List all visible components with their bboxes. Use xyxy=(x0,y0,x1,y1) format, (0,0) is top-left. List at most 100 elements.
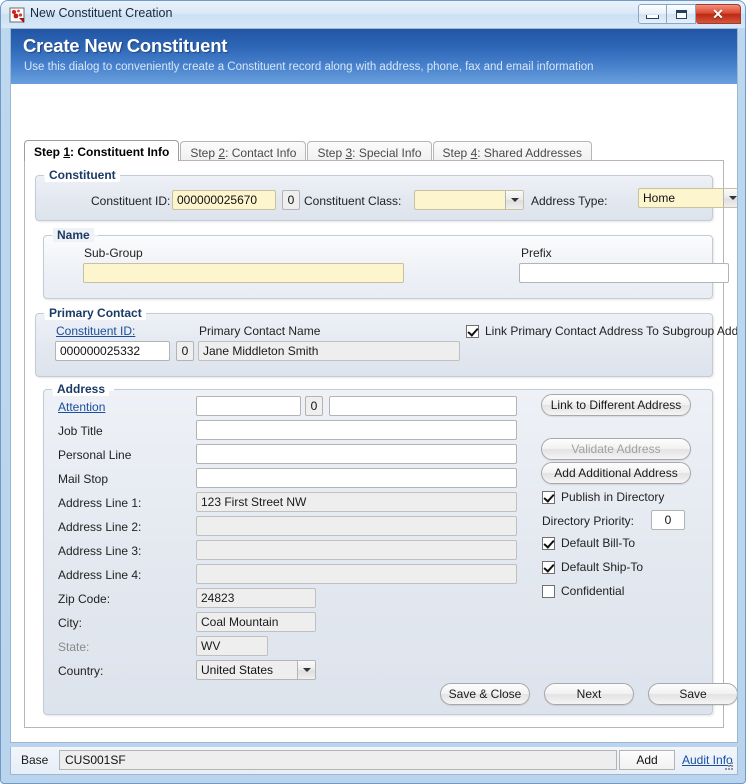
attention-input[interactable] xyxy=(196,396,301,416)
primary-contact-id-input[interactable]: 000000025332 xyxy=(55,341,170,361)
tab-step4-shared-addresses[interactable]: Step 4: Shared Addresses xyxy=(432,141,592,161)
attention-suffix[interactable]: 0 xyxy=(305,396,323,416)
directory-priority-input[interactable]: 0 xyxy=(651,510,685,530)
validate-address-button[interactable]: Validate Address xyxy=(541,438,691,460)
tab-panel-constituent-info: Constituent Constituent ID: 000000025670… xyxy=(24,160,737,728)
city-input[interactable]: Coal Mountain xyxy=(196,612,316,632)
constituent-id-suffix[interactable]: 0 xyxy=(282,190,300,210)
title-bar: New Constituent Creation ✕ xyxy=(1,1,745,28)
checkbox-icon xyxy=(542,560,555,574)
group-name: Name Sub-Group Prefix xyxy=(43,228,729,299)
group-primary-contact: Primary Contact Constituent ID: 00000002… xyxy=(35,306,737,377)
personal-line-label: Personal Line xyxy=(58,448,132,462)
group-address-title: Address xyxy=(53,382,110,396)
checkbox-icon xyxy=(542,584,555,598)
client-area: Create New Constituent Use this dialog t… xyxy=(10,28,738,743)
tab-label-suffix: : Constituent Info xyxy=(70,145,170,159)
job-title-label: Job Title xyxy=(58,424,103,438)
publish-in-directory-label: Publish in Directory xyxy=(561,490,665,504)
app-icon xyxy=(9,7,25,23)
page-title: Create New Constituent xyxy=(23,35,228,56)
mail-stop-label: Mail Stop xyxy=(58,472,109,486)
default-bill-to-label: Default Bill-To xyxy=(561,536,636,550)
constituent-class-combo[interactable] xyxy=(414,190,524,210)
country-combo[interactable]: United States xyxy=(196,660,316,680)
group-address: Address Attention 0 Job Title Personal L… xyxy=(43,382,737,715)
country-label: Country: xyxy=(58,664,104,678)
checkbox-icon xyxy=(466,324,479,338)
group-constituent: Constituent Constituent ID: 000000025670… xyxy=(35,168,737,221)
default-bill-to-checkbox[interactable]: Default Bill-To xyxy=(542,536,635,550)
confidential-checkbox[interactable]: Confidential xyxy=(542,584,624,598)
link-to-different-address-button[interactable]: Link to Different Address xyxy=(541,394,691,416)
attention-input-secondary[interactable] xyxy=(329,396,517,416)
address-type-value: Home xyxy=(643,191,676,205)
minimize-icon xyxy=(646,14,659,19)
sub-group-input[interactable] xyxy=(83,263,404,283)
primary-contact-name-input[interactable]: Jane Middleton Smith xyxy=(198,341,460,361)
address-line-3-label: Address Line 3: xyxy=(58,544,142,558)
state-label: State: xyxy=(58,640,90,654)
tab-label-prefix: Step xyxy=(317,146,346,160)
checkbox-icon xyxy=(542,536,555,550)
prefix-input[interactable] xyxy=(519,263,729,283)
constituent-class-label: Constituent Class: xyxy=(304,194,402,208)
maximize-restore-button[interactable] xyxy=(667,4,696,24)
tab-step3-special-info[interactable]: Step 3: Special Info xyxy=(307,141,432,161)
add-additional-address-button[interactable]: Add Additional Address xyxy=(541,462,691,484)
address-type-combo[interactable]: Home xyxy=(638,188,737,208)
address-line-1-label: Address Line 1: xyxy=(58,496,142,510)
base-label: Base xyxy=(21,753,49,767)
base-value-field[interactable]: CUS001SF xyxy=(59,750,617,770)
next-button[interactable]: Next xyxy=(544,683,634,705)
personal-line-input[interactable] xyxy=(196,444,517,464)
tab-step2-contact-info[interactable]: Step 2: Contact Info xyxy=(180,141,307,161)
city-label: City: xyxy=(58,616,82,630)
address-line-3-input[interactable] xyxy=(196,540,517,560)
save-and-close-button[interactable]: Save & Close xyxy=(440,683,530,705)
address-line-2-label: Address Line 2: xyxy=(58,520,142,534)
save-button[interactable]: Save xyxy=(648,683,737,705)
constituent-id-label: Constituent ID: xyxy=(91,194,171,208)
default-ship-to-checkbox[interactable]: Default Ship-To xyxy=(542,560,643,574)
tab-strip: Step 1: Constituent Info Step 2: Contact… xyxy=(24,140,593,161)
close-icon: ✕ xyxy=(712,6,724,22)
address-line-2-input[interactable] xyxy=(196,516,517,536)
chevron-down-icon[interactable] xyxy=(505,191,523,209)
resize-grip-icon[interactable] xyxy=(724,761,734,771)
tab-label-prefix: Step xyxy=(34,145,64,159)
add-button[interactable]: Add xyxy=(619,750,675,770)
sub-group-label: Sub-Group xyxy=(84,246,143,260)
dialog-banner: Create New Constituent Use this dialog t… xyxy=(11,29,737,84)
minimize-button[interactable] xyxy=(638,4,667,24)
address-line-4-input[interactable] xyxy=(196,564,517,584)
status-bar: Base CUS001SF Add Audit Info xyxy=(10,747,738,775)
primary-contact-id-link[interactable]: Constituent ID: xyxy=(56,324,135,338)
confidential-label: Confidential xyxy=(561,584,625,598)
tab-step1-constituent-info[interactable]: Step 1: Constituent Info xyxy=(24,140,180,161)
zip-code-input[interactable]: 24823 xyxy=(196,588,316,608)
restore-icon xyxy=(675,9,687,19)
group-primary-contact-title: Primary Contact xyxy=(45,306,146,320)
close-button[interactable]: ✕ xyxy=(696,4,741,24)
page-subtitle: Use this dialog to conveniently create a… xyxy=(24,61,594,73)
state-input[interactable]: WV xyxy=(196,636,268,656)
job-title-input[interactable] xyxy=(196,420,517,440)
chevron-down-icon[interactable] xyxy=(723,189,737,207)
link-primary-contact-address-checkbox[interactable]: Link Primary Contact Address To Subgroup… xyxy=(466,324,738,338)
chevron-down-icon[interactable] xyxy=(297,661,315,679)
mail-stop-input[interactable] xyxy=(196,468,517,488)
window-controls: ✕ xyxy=(638,4,741,24)
constituent-id-input[interactable]: 000000025670 xyxy=(172,190,276,210)
zip-code-label: Zip Code: xyxy=(58,592,111,606)
attention-link[interactable]: Attention xyxy=(58,400,105,414)
tab-label-prefix: Step xyxy=(442,146,471,160)
address-type-label: Address Type: xyxy=(531,194,608,208)
tab-label-suffix: : Special Info xyxy=(352,146,422,160)
primary-contact-id-suffix[interactable]: 0 xyxy=(176,341,194,361)
tab-label-prefix: Step xyxy=(190,146,219,160)
address-line-1-input[interactable]: 123 First Street NW xyxy=(196,492,517,512)
directory-priority-label: Directory Priority: xyxy=(542,514,635,528)
link-primary-contact-address-label: Link Primary Contact Address To Subgroup… xyxy=(485,324,738,338)
publish-in-directory-checkbox[interactable]: Publish in Directory xyxy=(542,490,664,504)
